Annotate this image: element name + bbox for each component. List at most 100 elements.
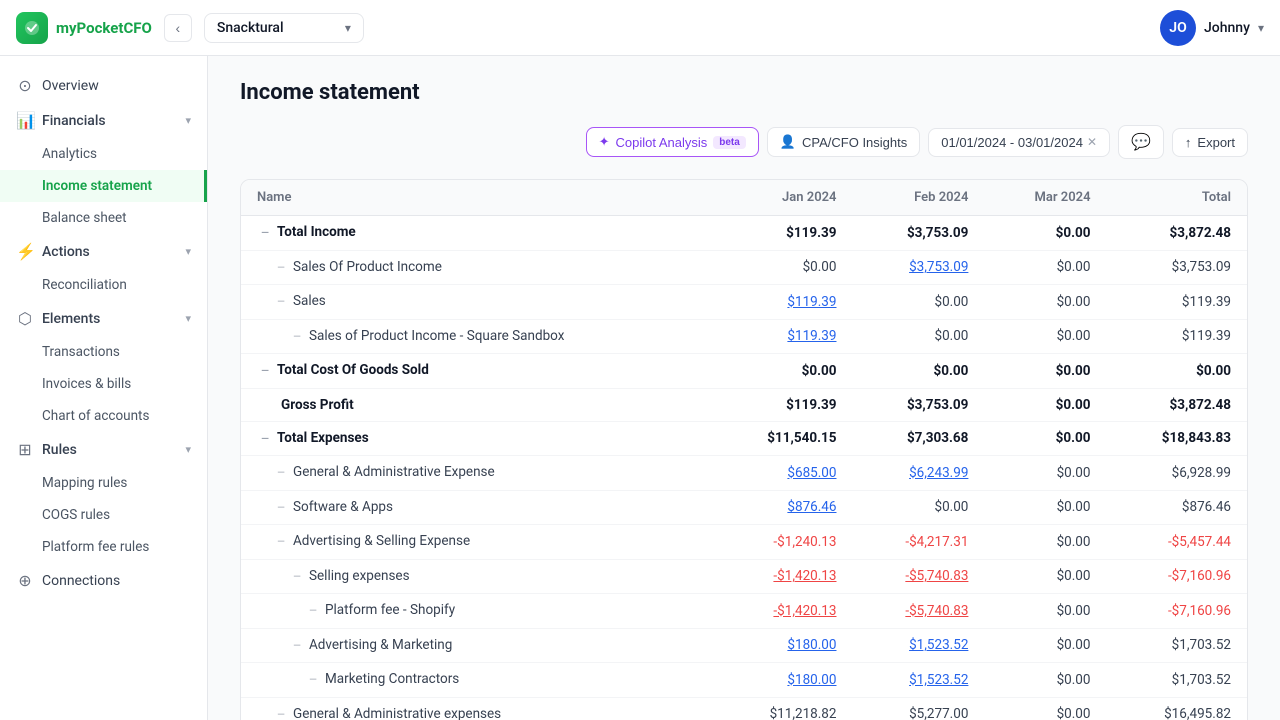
collapse-icon[interactable]: — [273, 500, 289, 516]
sidebar-item-transactions[interactable]: Transactions [0, 336, 207, 368]
logo-text: myPocketCFO [56, 19, 152, 37]
collapse-icon[interactable]: — [289, 569, 305, 585]
table-row: —Sales$119.39$0.00$0.00$119.39 [241, 285, 1247, 320]
row-value[interactable]: $1,523.52 [852, 663, 984, 698]
row-value: $0.00 [984, 559, 1106, 594]
row-value[interactable]: $6,243.99 [852, 456, 984, 491]
sidebar-group-rules[interactable]: ⊞ Rules ▾ [0, 432, 207, 467]
row-value: $3,753.09 [852, 388, 984, 421]
collapse-icon[interactable]: — [305, 673, 321, 689]
table-row: —Sales of Product Income - Square Sandbo… [241, 319, 1247, 354]
row-value: $0.00 [984, 319, 1106, 354]
row-value: $18,843.83 [1107, 421, 1248, 456]
table-row: Gross Profit$119.39$3,753.09$0.00$3,872.… [241, 388, 1247, 421]
row-value[interactable]: -$1,420.13 [712, 594, 852, 629]
copilot-analysis-button[interactable]: ✦ Copilot Analysis beta [586, 127, 759, 157]
chat-button[interactable]: 💬 [1118, 125, 1164, 159]
sidebar-item-chart-of-accounts[interactable]: Chart of accounts [0, 400, 207, 432]
row-name-cell: —Total Income [241, 216, 712, 251]
row-value: -$5,457.44 [1107, 525, 1248, 560]
row-value: $1,703.52 [1107, 628, 1248, 663]
row-value: $0.00 [984, 421, 1106, 456]
page-title: Income statement [240, 80, 1248, 105]
sidebar-item-reconciliation[interactable]: Reconciliation [0, 269, 207, 301]
collapse-icon[interactable]: — [289, 329, 305, 345]
table-row: —Advertising & Selling Expense-$1,240.13… [241, 525, 1247, 560]
cpa-insights-button[interactable]: 👤 CPA/CFO Insights [767, 127, 920, 157]
layout: ⊙ Overview 📊 Financials ▾ Analytics Inco… [0, 56, 1280, 720]
export-button[interactable]: ↑ Export [1172, 128, 1248, 157]
row-name-cell: —Selling expenses [241, 559, 712, 594]
row-value[interactable]: $180.00 [712, 663, 852, 698]
row-value: $0.00 [984, 354, 1106, 389]
collapse-icon[interactable]: — [257, 226, 273, 242]
row-name-cell: —Advertising & Marketing [241, 628, 712, 663]
table-row: —Advertising & Marketing$180.00$1,523.52… [241, 628, 1247, 663]
date-range-label: 01/01/2024 - 03/01/2024 [941, 135, 1083, 150]
financials-icon: 📊 [16, 111, 34, 130]
sidebar: ⊙ Overview 📊 Financials ▾ Analytics Inco… [0, 56, 208, 720]
collapse-icon[interactable]: — [273, 260, 289, 276]
collapse-icon[interactable]: — [289, 638, 305, 654]
row-value: $0.00 [984, 456, 1106, 491]
row-value: $0.00 [712, 250, 852, 285]
row-name-cell: —Total Cost Of Goods Sold [241, 354, 712, 389]
row-value: $0.00 [852, 490, 984, 525]
export-icon: ↑ [1185, 135, 1192, 150]
row-value: $7,303.68 [852, 421, 984, 456]
row-value: -$7,160.96 [1107, 594, 1248, 629]
collapse-icon[interactable]: — [273, 466, 289, 482]
row-value: $0.00 [852, 319, 984, 354]
collapse-icon[interactable]: — [257, 431, 273, 447]
row-value[interactable]: $1,523.52 [852, 628, 984, 663]
date-range-button[interactable]: 01/01/2024 - 03/01/2024 ✕ [928, 128, 1110, 157]
row-value[interactable]: -$5,740.83 [852, 594, 984, 629]
company-selector[interactable]: Snacktural ▾ [204, 13, 364, 43]
row-value[interactable]: $685.00 [712, 456, 852, 491]
sidebar-item-overview[interactable]: ⊙ Overview [0, 68, 207, 103]
row-value[interactable]: -$1,420.13 [712, 559, 852, 594]
row-value[interactable]: $3,753.09 [852, 250, 984, 285]
row-value[interactable]: $876.46 [712, 490, 852, 525]
sidebar-item-income-statement[interactable]: Income statement [0, 170, 207, 202]
row-name-cell: —Platform fee - Shopify [241, 594, 712, 629]
row-value[interactable]: $180.00 [712, 628, 852, 663]
chevron-down-icon: ▾ [345, 21, 351, 35]
row-value: -$7,160.96 [1107, 559, 1248, 594]
row-value: $0.00 [984, 663, 1106, 698]
row-value: $0.00 [984, 490, 1106, 525]
sidebar-item-cogs-rules[interactable]: COGS rules [0, 499, 207, 531]
sidebar-item-analytics[interactable]: Analytics [0, 138, 207, 170]
sidebar-item-balance-sheet[interactable]: Balance sheet [0, 202, 207, 234]
sidebar-item-connections[interactable]: ⊕ Connections [0, 563, 207, 598]
sidebar-item-mapping-rules[interactable]: Mapping rules [0, 467, 207, 499]
row-value: $3,753.09 [852, 216, 984, 251]
chat-icon: 💬 [1131, 132, 1151, 152]
beta-badge: beta [713, 136, 746, 149]
row-value[interactable]: -$5,740.83 [852, 559, 984, 594]
back-button[interactable]: ‹ [164, 14, 192, 42]
row-value[interactable]: $119.39 [712, 319, 852, 354]
sidebar-item-platform-fee-rules[interactable]: Platform fee rules [0, 531, 207, 563]
collapse-icon[interactable]: — [273, 295, 289, 311]
row-value: $5,277.00 [852, 697, 984, 720]
sidebar-group-actions[interactable]: ⚡ Actions ▾ [0, 234, 207, 269]
collapse-icon[interactable]: — [257, 364, 273, 380]
company-name: Snacktural [217, 20, 337, 36]
row-name-cell: —Sales [241, 285, 712, 320]
row-value: $6,928.99 [1107, 456, 1248, 491]
collapse-icon[interactable]: — [273, 535, 289, 551]
row-value: $119.39 [1107, 319, 1248, 354]
export-label: Export [1197, 135, 1235, 150]
collapse-icon[interactable]: — [305, 604, 321, 620]
chevron-up-icon-rules: ▾ [185, 443, 191, 456]
row-value: $0.00 [712, 354, 852, 389]
row-value: -$4,217.31 [852, 525, 984, 560]
sidebar-group-elements[interactable]: ⬡ Elements ▾ [0, 301, 207, 336]
row-value: $0.00 [1107, 354, 1248, 389]
collapse-icon[interactable]: — [273, 707, 289, 720]
sidebar-group-financials[interactable]: 📊 Financials ▾ [0, 103, 207, 138]
row-name-cell: —General & Administrative Expense [241, 456, 712, 491]
sidebar-item-invoices-bills[interactable]: Invoices & bills [0, 368, 207, 400]
row-value[interactable]: $119.39 [712, 285, 852, 320]
